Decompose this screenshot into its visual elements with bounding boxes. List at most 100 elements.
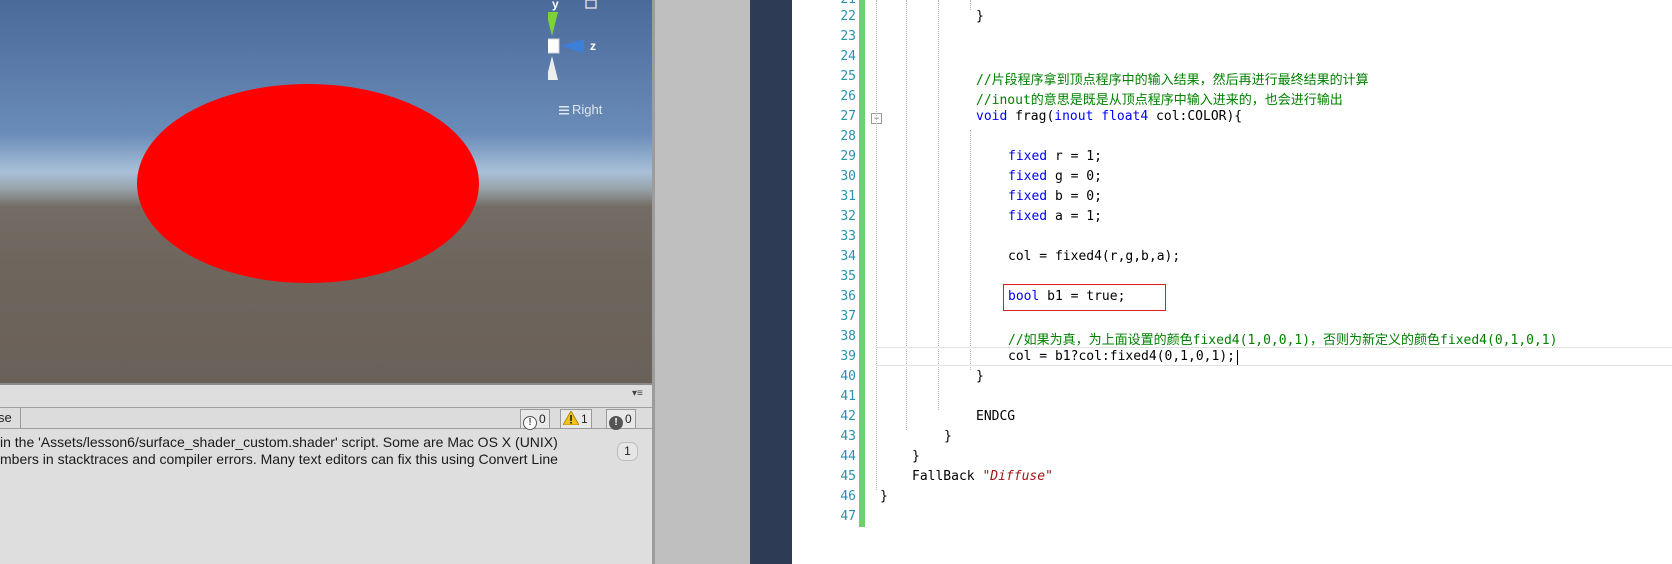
menu-lines-icon xyxy=(559,106,569,115)
console-panel: ▾≡ se !0 1 !0 in the 'Assets/lesson6/sur… xyxy=(0,385,652,564)
line-number-gutter: 21 22 23 24 25 26 27 28 29 30 31 32 33 3… xyxy=(812,0,856,564)
brace: } xyxy=(976,9,984,24)
code-line-46[interactable]: } xyxy=(880,489,888,504)
keyword: fixed xyxy=(1008,169,1048,184)
console-collapse-button[interactable]: se xyxy=(0,408,21,428)
scene-view[interactable]: y z Right xyxy=(0,0,652,383)
keyword: float4 xyxy=(1101,109,1149,124)
line-number: 24 xyxy=(840,49,856,64)
keyword: fixed xyxy=(1008,149,1048,164)
line-number: 43 xyxy=(840,429,856,444)
line-number: 23 xyxy=(840,29,856,44)
code-line-40[interactable]: } xyxy=(976,369,984,384)
console-log-line-2[interactable]: mbers in stacktraces and compiler errors… xyxy=(0,451,558,467)
line-number: 42 xyxy=(840,409,856,424)
warning-count-toggle[interactable]: 1 xyxy=(560,409,592,429)
keyword: fixed xyxy=(1008,189,1048,204)
text-caret xyxy=(1237,350,1238,365)
code-line-38[interactable]: //如果为真，为上面设置的颜色fixed4(1,0,0,1)，否则为新定义的颜色… xyxy=(1008,329,1557,348)
code-text: col = fixed4(r,g,b,a); xyxy=(1008,249,1181,264)
line-number: 22 xyxy=(840,9,856,24)
warning-count: 1 xyxy=(581,412,588,426)
gizmo-y-cone-icon[interactable] xyxy=(548,12,558,36)
keyword: fixed xyxy=(1008,209,1048,224)
line-number: 38 xyxy=(840,329,856,344)
line-number: 34 xyxy=(840,249,856,264)
view-label[interactable]: Right xyxy=(559,102,602,117)
info-icon: ! xyxy=(523,416,537,430)
code-text: a = 1; xyxy=(1047,209,1102,224)
code-line-31[interactable]: fixed b = 0; xyxy=(1008,189,1102,204)
gizmo-center-cube-icon[interactable] xyxy=(548,38,560,54)
code-line-25[interactable]: //片段程序拿到顶点程序中的输入结果，然后再进行最终结果的计算 xyxy=(976,69,1369,88)
code-line-45[interactable]: FallBack "Diffuse" xyxy=(912,469,1053,484)
keyword: void xyxy=(976,109,1008,124)
code-text: ENDCG xyxy=(976,409,1016,424)
orientation-gizmo[interactable]: y z xyxy=(548,0,638,90)
line-number: 45 xyxy=(840,469,856,484)
line-number: 41 xyxy=(840,389,856,404)
change-indicator-bar xyxy=(859,0,865,527)
info-count: 0 xyxy=(539,412,546,426)
comment-text: //inout的意思是既是从顶点程序中输入进来的，也会进行输出 xyxy=(976,93,1343,108)
line-number: 39 xyxy=(840,349,856,364)
keyword: bool xyxy=(1008,289,1040,304)
error-count-toggle[interactable]: ! 0 xyxy=(606,409,636,430)
code-line-44[interactable]: } xyxy=(912,449,920,464)
gizmo-z-label: z xyxy=(590,39,596,53)
lock-icon[interactable] xyxy=(585,0,597,9)
comment-text: //如果为真，为上面设置的颜色fixed4(1,0,0,1)，否则为新定义的颜色… xyxy=(1008,333,1558,348)
gizmo-bottom-cone-icon[interactable] xyxy=(548,56,558,80)
info-count-toggle[interactable]: ! 0 xyxy=(520,409,550,430)
line-number: 27 xyxy=(840,109,856,124)
brace: } xyxy=(944,429,952,444)
code-line-32[interactable]: fixed a = 1; xyxy=(1008,209,1102,224)
line-number: 40 xyxy=(840,369,856,384)
code-line-26[interactable]: //inout的意思是既是从顶点程序中输入进来的，也会进行输出 xyxy=(976,89,1343,108)
log-count-badge: 1 xyxy=(617,442,638,461)
code-text: r = 1; xyxy=(1047,149,1102,164)
line-number: 28 xyxy=(840,129,856,144)
warning-icon xyxy=(562,409,580,426)
code-line-30[interactable]: fixed g = 0; xyxy=(1008,169,1102,184)
view-label-text: Right xyxy=(572,102,603,117)
code-text: col = b1?col:fixed4(0,1,0,1); xyxy=(1008,349,1235,364)
line-number: 25 xyxy=(840,69,856,84)
indent-guide xyxy=(970,130,971,370)
current-line-highlight xyxy=(876,347,1672,366)
gizmo-y-label: y xyxy=(552,0,559,11)
code-line-34[interactable]: col = fixed4(r,g,b,a); xyxy=(1008,249,1180,264)
ide-side-strip xyxy=(750,0,792,564)
code-line-42[interactable]: ENDCG xyxy=(976,409,1015,424)
panel-splitter-area[interactable] xyxy=(652,0,750,564)
code-text: b = 0; xyxy=(1047,189,1102,204)
code-text: FallBack xyxy=(912,469,983,484)
line-number: 36 xyxy=(840,289,856,304)
code-line-36[interactable]: bool b1 = true; xyxy=(1008,289,1125,304)
keyword: inout xyxy=(1054,109,1094,124)
line-number: 46 xyxy=(840,489,856,504)
comment-text: //片段程序拿到顶点程序中的输入结果，然后再进行最终结果的计算 xyxy=(976,73,1369,88)
editor-margin xyxy=(792,0,812,564)
indent-guide xyxy=(876,0,877,490)
error-icon: ! xyxy=(609,416,623,430)
console-log-line-1[interactable]: in the 'Assets/lesson6/surface_shader_cu… xyxy=(0,434,558,450)
code-line-29[interactable]: fixed r = 1; xyxy=(1008,149,1102,164)
code-text: b1 = true; xyxy=(1039,289,1126,304)
code-text: g = 0; xyxy=(1047,169,1102,184)
red-sphere-object[interactable] xyxy=(137,84,479,283)
code-line-27[interactable]: void frag(inout float4 col:COLOR){ xyxy=(976,109,1242,124)
gizmo-z-cone-icon[interactable] xyxy=(561,39,584,53)
line-number: 33 xyxy=(840,229,856,244)
indent-guide xyxy=(970,0,971,10)
line-number: 29 xyxy=(840,149,856,164)
code-line-22[interactable]: } xyxy=(976,9,984,24)
code-line-43[interactable]: } xyxy=(944,429,952,444)
console-menu-icon[interactable]: ▾≡ xyxy=(632,388,643,399)
code-text: col:COLOR){ xyxy=(1148,109,1243,124)
string-literal: "Diffuse" xyxy=(982,469,1053,484)
line-number: 44 xyxy=(840,449,856,464)
line-number: 26 xyxy=(840,89,856,104)
line-number: 47 xyxy=(840,509,856,524)
code-line-39[interactable]: col = b1?col:fixed4(0,1,0,1); xyxy=(1008,349,1235,364)
